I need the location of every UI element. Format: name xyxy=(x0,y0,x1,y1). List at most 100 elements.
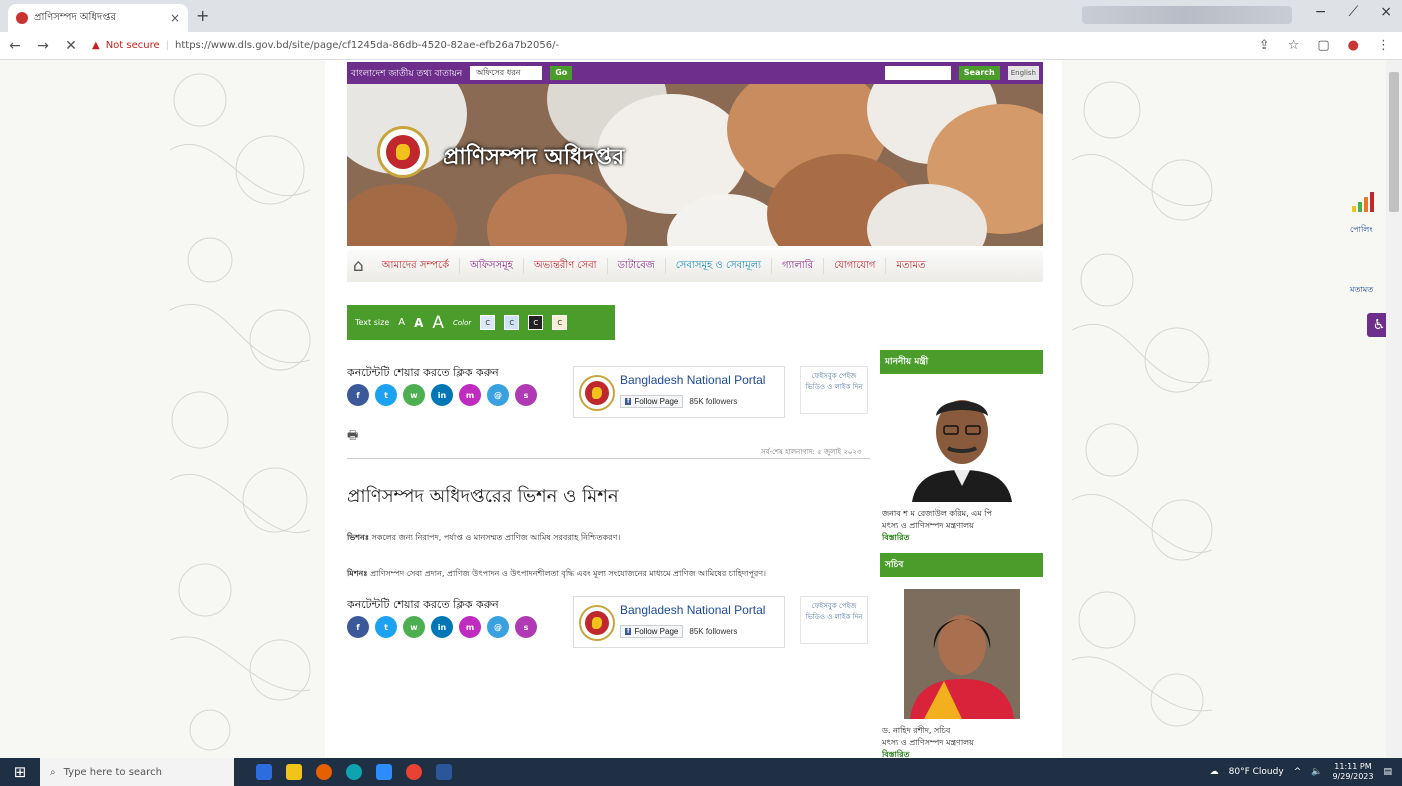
taskbar-clock[interactable]: 11:11 PM 9/29/2023 xyxy=(1332,762,1373,782)
nav-database[interactable]: ডাটাবেজ xyxy=(608,258,666,274)
english-toggle[interactable]: English xyxy=(1007,66,1039,80)
site-title[interactable]: প্রাণিসম্পদ অধিদপ্তর xyxy=(443,140,624,177)
chrome-icon[interactable] xyxy=(406,764,422,780)
back-arrow-icon[interactable]: ← xyxy=(8,38,22,54)
browser-tab[interactable]: প্রাণিসম্পদ অধিদপ্তর × xyxy=(8,4,188,32)
text-size-small-button[interactable]: A xyxy=(398,317,405,328)
print-icon[interactable]: 🖶 xyxy=(347,426,358,447)
linkedin-share-icon[interactable]: in xyxy=(431,384,453,406)
link-share-icon[interactable]: @ xyxy=(487,384,509,406)
bookmark-star-icon[interactable]: ☆ xyxy=(1288,38,1300,53)
facebook-video-note[interactable]: ফেইসবুক পেইজ ভিডিও ও লাইক দিন xyxy=(800,366,868,414)
facebook-page-widget[interactable]: Bangladesh National Portal f Follow Page… xyxy=(573,366,785,418)
more-share-icon[interactable]: s xyxy=(515,384,537,406)
tab-close-button[interactable]: × xyxy=(170,11,180,25)
search-button[interactable]: Search xyxy=(958,66,1000,80)
share-title-bottom: কনটেন্টটি শেয়ার করতে ক্লিক করুন xyxy=(347,598,499,611)
notifications-icon[interactable]: ▤ xyxy=(1383,767,1392,777)
color-scheme-blue[interactable]: C xyxy=(480,315,496,330)
menu-kebab-icon[interactable]: ⋮ xyxy=(1377,38,1390,53)
page-scrollbar[interactable] xyxy=(1386,60,1402,758)
national-portal-label[interactable]: বাংলাদেশ জাতীয় তথ্য বাতায়ন xyxy=(351,66,462,81)
cloud-icon: ☁ xyxy=(1209,767,1219,777)
close-window-button[interactable]: × xyxy=(1380,4,1392,20)
messenger-share-icon[interactable]: m xyxy=(459,616,481,638)
followers-count: 85K followers xyxy=(689,627,738,636)
nav-about[interactable]: আমাদের সম্পর্কে xyxy=(372,258,461,274)
facebook-page-name[interactable]: Bangladesh National Portal xyxy=(620,373,765,387)
windows-start-icon[interactable]: ⊞ xyxy=(0,758,40,786)
taskbar-search-box[interactable]: ⌕ Type here to search xyxy=(40,758,234,786)
file-explorer-icon[interactable] xyxy=(286,764,302,780)
system-tray: ☁ 80°F Cloudy ^ 🔈 11:11 PM 9/29/2023 ▤ xyxy=(1210,758,1392,786)
home-icon[interactable]: ⌂ xyxy=(351,256,372,276)
profile-icon[interactable]: ● xyxy=(1348,38,1359,53)
color-scheme-cream[interactable]: C xyxy=(552,315,568,330)
more-share-icon[interactable]: s xyxy=(515,616,537,638)
divider xyxy=(347,458,870,459)
nav-gallery[interactable]: গ্যালারি xyxy=(772,258,825,274)
twitter-share-icon[interactable]: t xyxy=(375,384,397,406)
nav-contact[interactable]: যোগাযোগ xyxy=(824,258,887,274)
office-type-select[interactable]: অফিসের ধরন xyxy=(470,66,543,80)
side-panel-icon[interactable]: ▢ xyxy=(1317,38,1329,53)
restore-button[interactable]: ⟋ xyxy=(1348,4,1358,20)
secretary-details-link[interactable]: বিস্তারিত xyxy=(880,749,1043,758)
site-search-input[interactable] xyxy=(884,66,951,80)
twitter-share-icon[interactable]: t xyxy=(375,616,397,638)
tray-chevron-icon[interactable]: ^ xyxy=(1294,767,1302,777)
social-share-icons-bottom: f t w in m @ s xyxy=(347,616,537,638)
facebook-page-widget-bottom[interactable]: Bangladesh National Portal f Follow Page… xyxy=(573,596,785,648)
color-scheme-dark[interactable]: C xyxy=(528,315,544,330)
minimize-button[interactable]: − xyxy=(1315,4,1327,20)
follow-page-button[interactable]: f Follow Page xyxy=(620,625,684,638)
follow-page-button[interactable]: f Follow Page xyxy=(620,395,684,408)
forward-arrow-icon[interactable]: → xyxy=(36,38,50,54)
facebook-video-note-bottom[interactable]: ফেইসবুক পেইজ ভিডিও ও লাইক দিন xyxy=(800,596,868,644)
poll-signal-icon[interactable] xyxy=(1352,192,1374,212)
messenger-share-icon[interactable]: m xyxy=(459,384,481,406)
go-button[interactable]: Go xyxy=(550,66,573,80)
text-size-medium-button[interactable]: A xyxy=(414,316,423,330)
zoom-icon[interactable] xyxy=(376,764,392,780)
nav-internal-services[interactable]: অভ্যন্তরীণ সেবা xyxy=(524,258,608,274)
color-label: Color xyxy=(453,318,472,327)
not-secure-label[interactable]: Not secure xyxy=(106,40,160,51)
word-icon[interactable] xyxy=(436,764,452,780)
linkedin-share-icon[interactable]: in xyxy=(431,616,453,638)
url-text[interactable]: https://www.dls.gov.bd/site/page/cf1245d… xyxy=(175,40,559,51)
secretary-photo[interactable] xyxy=(903,589,1020,719)
portal-logo xyxy=(579,375,615,411)
link-share-icon[interactable]: @ xyxy=(487,616,509,638)
sidebar: মাননীয় মন্ত্রী জনাব শ ম রেজাউল করিম, এম… xyxy=(880,350,1043,758)
poll-label[interactable]: পোলিং xyxy=(1350,224,1373,237)
weather-text[interactable]: 80°F Cloudy xyxy=(1229,767,1284,777)
government-logo[interactable] xyxy=(377,126,429,178)
volume-icon[interactable]: 🔈 xyxy=(1311,767,1322,777)
whatsapp-share-icon[interactable]: w xyxy=(403,384,425,406)
opinion-label[interactable]: মতামত xyxy=(1350,284,1373,297)
minister-details-link[interactable]: বিস্তারিত xyxy=(880,532,1043,545)
edge-icon[interactable] xyxy=(346,764,362,780)
facebook-share-icon[interactable]: f xyxy=(347,616,369,638)
nav-offices[interactable]: অফিসসমূহ xyxy=(460,258,524,274)
facebook-page-name[interactable]: Bangladesh National Portal xyxy=(620,603,765,617)
facebook-share-icon[interactable]: f xyxy=(347,384,369,406)
new-tab-button[interactable]: + xyxy=(196,6,209,25)
stop-loading-icon[interactable]: ✕ xyxy=(64,38,78,54)
minister-photo[interactable] xyxy=(903,386,1020,502)
url-field[interactable]: ▲ Not secure | https://www.dls.gov.bd/si… xyxy=(92,40,559,51)
firefox-icon[interactable] xyxy=(316,764,332,780)
nav-services[interactable]: সেবাসমূহ ও সেবামূল্য xyxy=(666,258,772,274)
scrollbar-thumb[interactable] xyxy=(1389,72,1399,212)
color-scheme-light[interactable]: C xyxy=(504,315,520,330)
task-view-icon[interactable] xyxy=(256,764,272,780)
last-updated: সর্ব-শেষ হালনাগাদ: ৫ জুলাই ২০২৩ xyxy=(761,448,862,456)
nav-feedback[interactable]: মতামত xyxy=(886,258,935,274)
address-bar: ← → ✕ ▲ Not secure | https://www.dls.gov… xyxy=(0,32,1402,60)
whatsapp-share-icon[interactable]: w xyxy=(403,616,425,638)
address-bar-actions: ⇪ ☆ ▢ ● ⋮ xyxy=(1259,38,1390,53)
text-size-large-button[interactable]: A xyxy=(432,313,444,333)
share-icon[interactable]: ⇪ xyxy=(1259,38,1270,53)
vision-text: সকলের জন্য নিরাপদ, পর্যাপ্ত ও মানসম্মত প… xyxy=(371,533,621,542)
